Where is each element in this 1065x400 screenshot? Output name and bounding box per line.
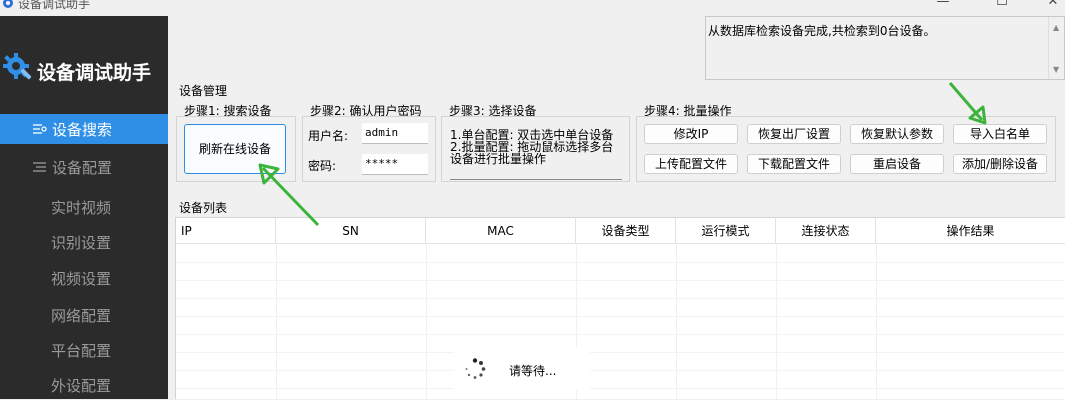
device-mgmt-title: 设备管理 (179, 84, 228, 98)
modify-ip-button[interactable]: 修改IP (644, 124, 738, 144)
gear-icon (3, 53, 32, 80)
reboot-device-button[interactable]: 重启设备 (850, 154, 944, 174)
minimize-button[interactable]: — (920, 0, 966, 14)
loading-text: 请等待... (509, 364, 557, 378)
sidebar-item-live-video[interactable]: 实时视频 (0, 192, 168, 222)
password-input[interactable]: ***** (362, 154, 428, 175)
grid-line (676, 244, 677, 400)
column-header-run-mode[interactable]: 运行模式 (676, 218, 776, 244)
list-icon (33, 124, 47, 134)
maximize-button[interactable]: ☐ (979, 0, 1025, 14)
grid-line (176, 280, 1065, 281)
grid-line (176, 298, 1065, 299)
sidebar-item-network[interactable]: 网络配置 (0, 300, 168, 330)
step3-instructions: 1.单台配置: 双击选中单台设备 2.批量配置: 拖动鼠标选择多台 设备进行批量… (450, 128, 614, 166)
arrow-annotation-whitelist (948, 82, 987, 125)
sidebar-item-label: 识别设置 (51, 234, 112, 252)
grid-line (876, 244, 877, 400)
upload-config-button[interactable]: 上传配置文件 (644, 154, 738, 174)
grid-line (776, 244, 777, 400)
download-config-button[interactable]: 下载配置文件 (747, 154, 841, 174)
arrow-annotation-refresh (258, 163, 320, 227)
sidebar-item-label: 设备搜索 (52, 121, 113, 139)
grid-line (176, 352, 1065, 353)
app-icon (3, 0, 13, 8)
sidebar-item-device-config[interactable]: 设备配置 (0, 152, 168, 182)
scroll-down-icon[interactable]: ▼ (1053, 65, 1059, 74)
sidebar-item-video-settings[interactable]: 视频设置 (0, 263, 168, 293)
add-remove-device-button[interactable]: 添加/删除设备 (953, 154, 1047, 174)
window-title: 设备调试助手 (18, 0, 91, 11)
grid-line (276, 244, 277, 400)
brand: 设备调试助手 (0, 50, 168, 90)
log-panel: 从数据库检索设备完成,共检索到0台设备。 ▲ ▼ (705, 16, 1065, 80)
grid-line (176, 370, 1065, 371)
grid-line (176, 334, 1065, 335)
grid-line (176, 316, 1065, 317)
sidebar-item-label: 外设配置 (51, 377, 112, 395)
log-text: 从数据库检索设备完成,共检索到0台设备。 (708, 24, 936, 38)
device-table[interactable]: IP SN MAC 设备类型 运行模式 连接状态 操作结果 (175, 217, 1065, 400)
grid-line (426, 244, 427, 400)
sidebar: 设备调试助手 设备搜索 设备配置 实时视频 识别设置 视频设置 网络配置 平台配… (0, 16, 168, 399)
grid-line (176, 262, 1065, 263)
sidebar-item-label: 视频设置 (51, 270, 112, 288)
scroll-up-icon[interactable]: ▲ (1053, 23, 1059, 32)
sidebar-item-label: 设备配置 (52, 159, 113, 177)
loading-indicator: 请等待... (454, 348, 590, 390)
spinner-icon (465, 358, 486, 379)
sidebar-item-label: 平台配置 (51, 342, 112, 360)
column-header-mac[interactable]: MAC (426, 218, 576, 244)
device-list-title: 设备列表 (179, 201, 228, 215)
divider (450, 179, 622, 180)
sidebar-item-peripheral[interactable]: 外设配置 (0, 370, 168, 400)
log-scrollbar[interactable]: ▲ ▼ (1048, 17, 1064, 79)
sidebar-item-device-search[interactable]: 设备搜索 (0, 114, 168, 144)
column-header-device-type[interactable]: 设备类型 (576, 218, 676, 244)
sidebar-item-recognition[interactable]: 识别设置 (0, 227, 168, 257)
title-bar: 设备调试助手 — ☐ ✕ (0, 0, 1065, 16)
column-header-operation-result[interactable]: 操作结果 (876, 218, 1065, 244)
sidebar-item-platform[interactable]: 平台配置 (0, 335, 168, 365)
restore-defaults-button[interactable]: 恢复默认参数 (850, 124, 944, 144)
grid-line (176, 388, 1065, 389)
factory-reset-button[interactable]: 恢复出厂设置 (747, 124, 841, 144)
column-header-connection-status[interactable]: 连接状态 (776, 218, 876, 244)
step3-box: 1.单台配置: 双击选中单台设备 2.批量配置: 拖动鼠标选择多台 设备进行批量… (441, 116, 630, 182)
sidebar-item-label: 网络配置 (51, 307, 112, 325)
username-label: 用户名: (308, 129, 349, 143)
username-input[interactable]: admin (362, 123, 428, 144)
close-button[interactable]: ✕ (1030, 0, 1065, 14)
sidebar-item-label: 实时视频 (51, 199, 112, 217)
menu-icon (33, 162, 46, 172)
brand-title: 设备调试助手 (37, 63, 152, 84)
